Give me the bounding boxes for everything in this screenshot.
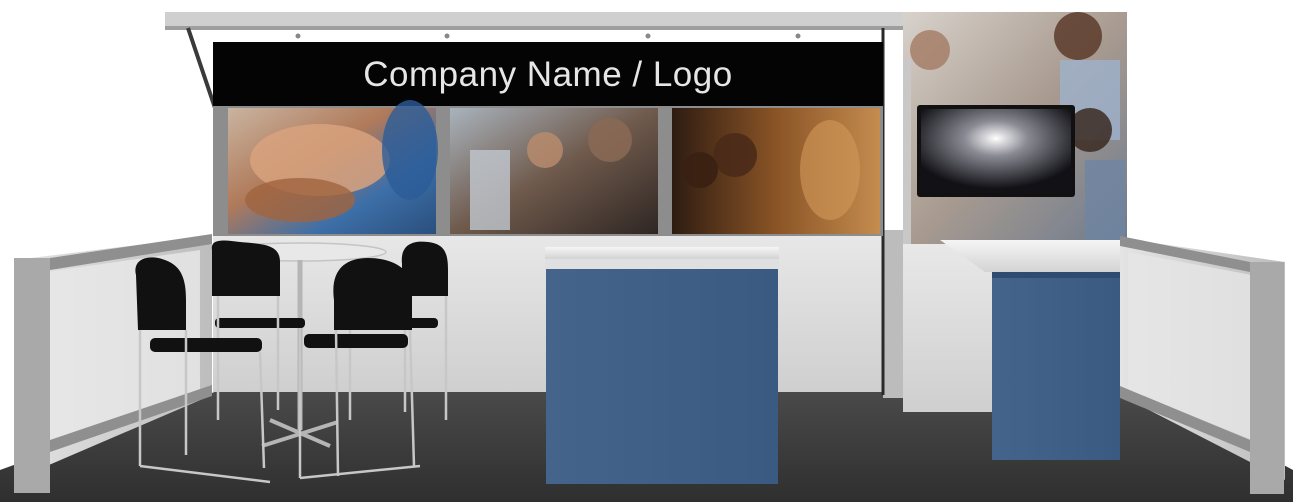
photo-celebration <box>672 108 880 234</box>
company-name-logo: Company Name / Logo <box>363 55 733 94</box>
monitor-icon <box>917 105 1075 197</box>
trade-show-booth-render: Company Name / Logo <box>0 0 1293 502</box>
center-counter <box>545 247 779 484</box>
side-counter <box>992 272 1120 460</box>
photo-hands-teamwork <box>228 100 438 234</box>
photo-meeting-group <box>450 108 658 234</box>
photo-strip <box>213 100 883 236</box>
